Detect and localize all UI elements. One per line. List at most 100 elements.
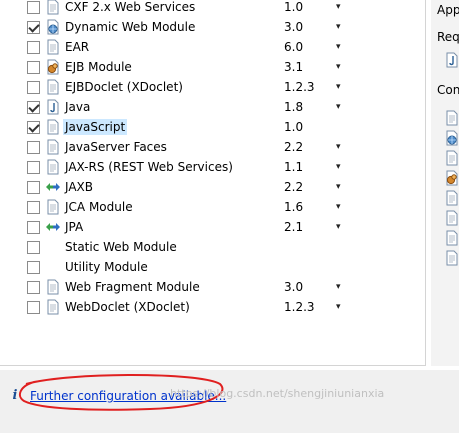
facet-version[interactable]: 1.1 <box>284 159 303 175</box>
facet-checkbox[interactable] <box>27 241 40 254</box>
facet-checkbox[interactable] <box>27 301 40 314</box>
facet-row[interactable]: JPA 2.1 ▾ <box>0 217 424 237</box>
document-icon <box>45 299 61 315</box>
facet-checkbox[interactable] <box>27 41 40 54</box>
ejb-icon <box>45 59 61 75</box>
facet-checkbox[interactable] <box>27 101 40 114</box>
facet-name: Static Web Module <box>65 240 177 254</box>
details-side-panel: App Req Con <box>431 0 459 366</box>
facet-row[interactable]: Web Fragment Module 3.0 ▾ <box>0 277 424 297</box>
facet-version[interactable]: 1.0 <box>284 119 303 135</box>
version-dropdown-icon[interactable]: ▾ <box>336 39 341 55</box>
facet-name: JPA <box>65 220 84 234</box>
facet-row[interactable]: JAXB 2.2 ▾ <box>0 177 424 197</box>
version-dropdown-icon[interactable]: ▾ <box>336 299 341 315</box>
facet-name: Java <box>65 100 91 114</box>
side-document-icon <box>444 150 458 166</box>
version-dropdown-icon[interactable]: ▾ <box>336 19 341 35</box>
facet-checkbox[interactable] <box>27 181 40 194</box>
facet-checkbox[interactable] <box>27 81 40 94</box>
facet-name: Utility Module <box>65 260 148 274</box>
facet-checkbox[interactable] <box>27 201 40 214</box>
facet-version[interactable]: 2.2 <box>284 139 303 155</box>
facet-name: JavaServer Faces <box>65 140 167 154</box>
bottom-info-bar: i Further configuration available... htt… <box>0 370 459 433</box>
facet-version[interactable]: 3.1 <box>284 59 303 75</box>
document-icon <box>45 0 61 15</box>
version-dropdown-icon[interactable]: ▾ <box>336 79 341 95</box>
facet-row[interactable]: EAR 6.0 ▾ <box>0 37 424 57</box>
facet-name: JAX-RS (REST Web Services) <box>65 160 233 174</box>
side-document-icon <box>444 110 458 126</box>
side-web-module-icon <box>444 130 458 146</box>
facet-row[interactable]: JCA Module 1.6 ▾ <box>0 197 424 217</box>
document-icon <box>45 279 61 295</box>
side-document-icon <box>444 230 458 246</box>
side-java-icon <box>444 52 458 68</box>
side-document-icon <box>444 250 458 266</box>
facet-name: WebDoclet (XDoclet) <box>65 300 190 314</box>
facet-checkbox[interactable] <box>27 1 40 14</box>
facet-row[interactable]: Static Web Module <box>0 237 424 257</box>
facet-name: EJB Module <box>65 60 132 74</box>
facet-name: CXF 2.x Web Services <box>65 0 196 14</box>
version-dropdown-icon[interactable]: ▾ <box>336 199 341 215</box>
facet-row[interactable]: JAX-RS (REST Web Services) 1.1 ▾ <box>0 157 424 177</box>
side-label-con: Con <box>437 83 459 97</box>
facet-version[interactable]: 1.6 <box>284 199 303 215</box>
facet-checkbox[interactable] <box>27 161 40 174</box>
version-dropdown-icon[interactable]: ▾ <box>336 159 341 175</box>
facet-row[interactable]: Utility Module <box>0 257 424 277</box>
version-dropdown-icon[interactable]: ▾ <box>336 179 341 195</box>
facet-version[interactable]: 1.2.3 <box>284 299 315 315</box>
version-dropdown-icon[interactable]: ▾ <box>336 219 341 235</box>
side-label-req: Req <box>437 30 459 44</box>
facet-row[interactable]: WebDoclet (XDoclet) 1.2.3 ▾ <box>0 297 424 317</box>
document-icon <box>45 199 61 215</box>
version-dropdown-icon[interactable]: ▾ <box>336 99 341 115</box>
watermark-text: https://blog.csdn.net/shengjiniunianxia <box>170 387 385 400</box>
version-dropdown-icon[interactable]: ▾ <box>336 139 341 155</box>
web-module-icon <box>45 19 61 35</box>
project-facets-list: CXF 2.x Web Services 1.0 ▾ Dynamic Web Modu… <box>0 0 426 366</box>
document-icon <box>45 119 61 135</box>
facet-checkbox[interactable] <box>27 61 40 74</box>
info-icon: i <box>12 388 18 403</box>
facet-version[interactable]: 3.0 <box>284 279 303 295</box>
facet-version[interactable]: 3.0 <box>284 19 303 35</box>
facet-checkbox[interactable] <box>27 261 40 274</box>
jpa-arrows-icon <box>45 219 61 235</box>
facet-row[interactable]: JavaServer Faces 2.2 ▾ <box>0 137 424 157</box>
facet-checkbox[interactable] <box>27 121 40 134</box>
document-icon <box>45 79 61 95</box>
side-document-icon <box>444 210 458 226</box>
facet-row[interactable]: CXF 2.x Web Services 1.0 ▾ <box>0 0 424 17</box>
facet-row[interactable]: JavaScript 1.0 <box>0 117 424 137</box>
java-icon <box>45 99 61 115</box>
facet-version[interactable]: 1.0 <box>284 0 303 15</box>
version-dropdown-icon[interactable]: ▾ <box>336 0 341 15</box>
side-ejb-icon <box>444 170 458 186</box>
facet-row[interactable]: Dynamic Web Module 3.0 ▾ <box>0 17 424 37</box>
facet-version[interactable]: 1.8 <box>284 99 303 115</box>
document-icon <box>45 159 61 175</box>
facet-name: JavaScript <box>63 119 128 135</box>
facet-checkbox[interactable] <box>27 281 40 294</box>
document-icon <box>45 39 61 55</box>
version-dropdown-icon[interactable]: ▾ <box>336 279 341 295</box>
facet-version[interactable]: 2.1 <box>284 219 303 235</box>
facet-version[interactable]: 6.0 <box>284 39 303 55</box>
facet-checkbox[interactable] <box>27 221 40 234</box>
jaxb-arrows-icon <box>45 179 61 195</box>
version-dropdown-icon[interactable]: ▾ <box>336 59 341 75</box>
facet-checkbox[interactable] <box>27 21 40 34</box>
facet-name: EJBDoclet (XDoclet) <box>65 80 183 94</box>
facet-version[interactable]: 1.2.3 <box>284 79 315 95</box>
facet-name: EAR <box>65 40 90 54</box>
facet-checkbox[interactable] <box>27 141 40 154</box>
facet-row[interactable]: Java 1.8 ▾ <box>0 97 424 117</box>
facet-name: Dynamic Web Module <box>65 20 196 34</box>
facet-version[interactable]: 2.2 <box>284 179 303 195</box>
facet-row[interactable]: EJB Module 3.1 ▾ <box>0 57 424 77</box>
facet-row[interactable]: EJBDoclet (XDoclet) 1.2.3 ▾ <box>0 77 424 97</box>
